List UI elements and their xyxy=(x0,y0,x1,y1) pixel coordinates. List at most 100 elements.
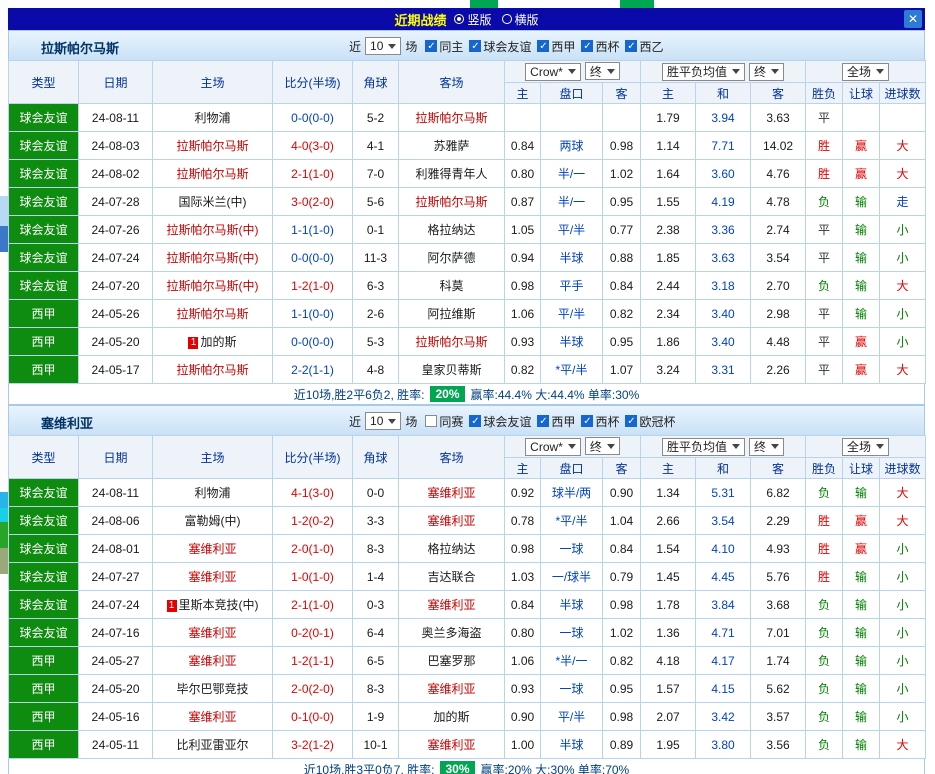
match-type: 西甲 xyxy=(9,731,79,759)
filter-checkbox-同赛[interactable]: 同赛 xyxy=(425,413,463,430)
odds-home: 0.82 xyxy=(505,356,541,384)
handicap-result: 输 xyxy=(843,479,880,507)
table-row: 球会友谊24-07-27塞维利亚1-0(1-0)1-4吉达联合1.03一/球半0… xyxy=(9,563,926,591)
final-avg-select[interactable]: 终 xyxy=(749,438,784,456)
final-odds-select[interactable]: 终 xyxy=(585,62,620,80)
home-team: 拉斯帕尔马斯(中) xyxy=(153,216,273,244)
filter-checkbox-欧冠杯[interactable]: ✓欧冠杯 xyxy=(625,413,675,430)
checkbox-checked-icon[interactable]: ✓ xyxy=(581,40,593,52)
filter-checkbox-西杯[interactable]: ✓西杯 xyxy=(581,38,619,55)
match-date: 24-05-20 xyxy=(79,328,153,356)
match-date: 24-05-27 xyxy=(79,647,153,675)
home-team: 1加的斯 xyxy=(153,328,273,356)
table-row: 球会友谊24-07-26拉斯帕尔马斯(中)1-1(1-0)0-1格拉纳达1.05… xyxy=(9,216,926,244)
home-team: 塞维利亚 xyxy=(153,535,273,563)
odds-select-cell: Crow*终 xyxy=(505,436,641,458)
team-header-bar: 塞维利亚 近 10 场 同赛✓球会友谊✓西甲✓西杯✓欧冠杯 xyxy=(8,405,925,435)
handicap-line: 一球 xyxy=(541,675,603,703)
match-type: 球会友谊 xyxy=(9,104,79,132)
chevron-down-icon xyxy=(771,444,779,449)
summary-prefix: 近10场,胜3平0负7, 胜率: xyxy=(304,761,435,774)
result: 胜 xyxy=(806,160,843,188)
away-team: 巴塞罗那 xyxy=(399,647,505,675)
final-odds-select[interactable]: 终 xyxy=(585,437,620,455)
checkbox-checked-icon[interactable]: ✓ xyxy=(537,415,549,427)
score: 1-2(0-2) xyxy=(273,507,353,535)
filter-checkbox-西杯[interactable]: ✓西杯 xyxy=(581,413,619,430)
near-label: 近 xyxy=(349,413,361,430)
filter-checkbox-西甲[interactable]: ✓西甲 xyxy=(537,38,575,55)
checkbox-checked-icon[interactable]: ✓ xyxy=(581,415,593,427)
match-type: 西甲 xyxy=(9,703,79,731)
avg-away: 4.76 xyxy=(751,160,806,188)
win-rate-badge: 20% xyxy=(430,386,464,402)
avg-home: 2.07 xyxy=(641,703,696,731)
home-team: 拉斯帕尔马斯 xyxy=(153,300,273,328)
home-team: 塞维利亚 xyxy=(153,703,273,731)
avg-odds-select[interactable]: 胜平负均值 xyxy=(662,438,745,456)
avg-home: 1.55 xyxy=(641,188,696,216)
score: 1-0(1-0) xyxy=(273,563,353,591)
match-count-select[interactable]: 10 xyxy=(365,37,401,55)
odds-home: 0.92 xyxy=(505,479,541,507)
match-count-value: 10 xyxy=(370,39,383,53)
bookmaker-select[interactable]: Crow* xyxy=(525,63,581,81)
radio-selected-icon[interactable] xyxy=(454,14,464,24)
col-corner: 角球 xyxy=(353,61,399,104)
checkbox-checked-icon[interactable]: ✓ xyxy=(469,415,481,427)
radio-unselected-icon[interactable] xyxy=(502,14,512,24)
close-button[interactable]: ✕ xyxy=(904,10,922,28)
near-label: 近 xyxy=(349,38,361,55)
odds-home: 0.90 xyxy=(505,703,541,731)
fullmatch-select-cell: 全场 xyxy=(806,436,926,458)
filter-checkbox-球会友谊[interactable]: ✓球会友谊 xyxy=(469,38,531,55)
filter-checkbox-球会友谊[interactable]: ✓球会友谊 xyxy=(469,413,531,430)
result: 平 xyxy=(806,244,843,272)
odds-away: 1.04 xyxy=(603,507,641,535)
avg-away: 3.68 xyxy=(751,591,806,619)
avg-odds-select[interactable]: 胜平负均值 xyxy=(662,63,745,81)
away-team: 奥兰多海盗 xyxy=(399,619,505,647)
handicap-line: 半/一 xyxy=(541,188,603,216)
match-date: 24-05-26 xyxy=(79,300,153,328)
result: 平 xyxy=(806,328,843,356)
final-avg-select[interactable]: 终 xyxy=(749,63,784,81)
avg-home: 1.45 xyxy=(641,563,696,591)
filter-checkbox-西甲[interactable]: ✓西甲 xyxy=(537,413,575,430)
checkbox-unchecked-icon[interactable] xyxy=(425,415,437,427)
filter-checkbox-同主[interactable]: ✓同主 xyxy=(425,38,463,55)
avg-draw: 3.63 xyxy=(696,244,751,272)
games-label: 场 xyxy=(405,413,417,430)
match-count-select[interactable]: 10 xyxy=(365,412,401,430)
handicap-line: 平/半 xyxy=(541,216,603,244)
match-type: 西甲 xyxy=(9,647,79,675)
handicap-result: 输 xyxy=(843,647,880,675)
odds-away: 0.98 xyxy=(603,703,641,731)
avg-home: 4.18 xyxy=(641,647,696,675)
checkbox-checked-icon[interactable]: ✓ xyxy=(425,40,437,52)
match-type: 球会友谊 xyxy=(9,188,79,216)
subcol-odds-away: 客 xyxy=(603,83,641,104)
corner-score: 5-6 xyxy=(353,188,399,216)
fullmatch-select[interactable]: 全场 xyxy=(842,63,889,81)
score: 3-0(2-0) xyxy=(273,188,353,216)
filter-checkbox-西乙[interactable]: ✓西乙 xyxy=(625,38,663,55)
score: 0-0(0-0) xyxy=(273,328,353,356)
layout-radio-横版[interactable]: 横版 xyxy=(502,11,539,28)
checkbox-checked-icon[interactable]: ✓ xyxy=(537,40,549,52)
avg-draw: 5.31 xyxy=(696,479,751,507)
checkbox-checked-icon[interactable]: ✓ xyxy=(469,40,481,52)
checkbox-checked-icon[interactable]: ✓ xyxy=(625,40,637,52)
bookmaker-select[interactable]: Crow* xyxy=(525,438,581,456)
layout-radio-竖版[interactable]: 竖版 xyxy=(454,11,491,28)
goals-result: 小 xyxy=(880,563,926,591)
fullmatch-select[interactable]: 全场 xyxy=(842,438,889,456)
avg-home: 2.34 xyxy=(641,300,696,328)
chevron-down-icon xyxy=(732,444,740,449)
subcol-avg-draw: 和 xyxy=(696,458,751,479)
match-date: 24-05-20 xyxy=(79,675,153,703)
checkbox-checked-icon[interactable]: ✓ xyxy=(625,415,637,427)
away-team: 拉斯帕尔马斯 xyxy=(399,328,505,356)
handicap-line: 一球 xyxy=(541,619,603,647)
result: 胜 xyxy=(806,132,843,160)
